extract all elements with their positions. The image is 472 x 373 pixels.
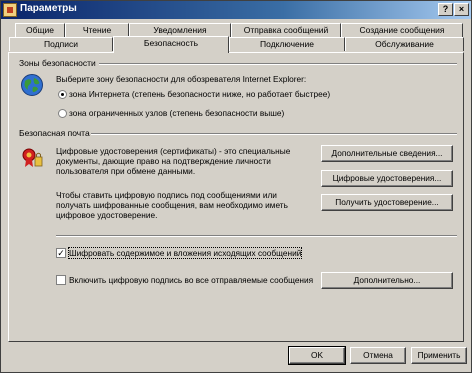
tab-read[interactable]: Чтение (65, 23, 129, 37)
encrypt-checkbox[interactable]: ✓ (56, 248, 66, 258)
globe-icon (21, 74, 43, 96)
certificate-icon (22, 148, 43, 167)
zone-restricted-label[interactable]: зона ограниченных узлов (степень безопас… (69, 108, 284, 118)
secure-mail-sign-line-1: Чтобы ставить цифровую подпись под сообщ… (56, 190, 277, 200)
tab-receipts[interactable]: Уведомления (129, 23, 231, 37)
tab-compose[interactable]: Создание сообщения (341, 23, 463, 37)
window-title: Параметры (20, 3, 77, 14)
sign-checkbox[interactable] (56, 275, 66, 285)
secure-mail-info-line-1: Цифровые удостоверения (сертификаты) - э… (56, 146, 291, 156)
secure-mail-info-line-3: пользователя при обмене данными. (56, 166, 196, 176)
sign-label[interactable]: Включить цифровую подпись во все отправл… (69, 275, 313, 285)
title-bar[interactable]: Параметры ? × (1, 1, 471, 19)
cancel-button[interactable]: Отмена (350, 347, 406, 364)
tab-security[interactable]: Безопасность (113, 36, 229, 53)
options-dialog: Параметры ? × Общие Чтение Уведомления О… (0, 0, 472, 373)
tab-connection[interactable]: Подключение (229, 37, 345, 51)
tab-general[interactable]: Общие (15, 23, 65, 37)
secure-mail-sign-line-3: цифровое удостоверение. (56, 210, 158, 220)
zone-restricted-radio[interactable] (58, 109, 67, 118)
digital-ids-button[interactable]: Цифровые удостоверения... (321, 170, 453, 187)
zones-description: Выберите зону безопасности для обозреват… (56, 74, 307, 84)
close-button[interactable]: × (454, 3, 469, 16)
app-icon (3, 3, 17, 17)
get-digital-id-button[interactable]: Получить удостоверение... (321, 194, 453, 211)
apply-button[interactable]: Применить (411, 347, 467, 364)
tab-maintenance[interactable]: Обслуживание (345, 37, 464, 51)
zones-separator (99, 63, 457, 65)
ok-button[interactable]: OK (288, 346, 346, 365)
tab-send[interactable]: Отправка сообщений (231, 23, 341, 37)
encrypt-label[interactable]: Шифровать содержимое и вложения исходящи… (67, 247, 303, 259)
secure-mail-separator (91, 133, 457, 135)
zones-group-title: Зоны безопасности (19, 58, 96, 68)
secure-mail-sign-line-2: получать шифрованные сообщения, вам необ… (56, 200, 288, 210)
options-separator (56, 235, 457, 237)
zone-internet-label[interactable]: зона Интернета (степень безопасности ниж… (69, 89, 330, 99)
tab-signatures[interactable]: Подписи (9, 37, 113, 51)
advanced-button[interactable]: Дополнительно... (321, 272, 453, 289)
secure-mail-group-title: Безопасная почта (19, 128, 90, 138)
more-info-button[interactable]: Дополнительные сведения... (321, 145, 453, 162)
secure-mail-info-line-2: документы, дающие право на подтверждение… (56, 156, 271, 166)
help-button[interactable]: ? (438, 3, 453, 16)
zone-internet-radio[interactable] (58, 90, 67, 99)
